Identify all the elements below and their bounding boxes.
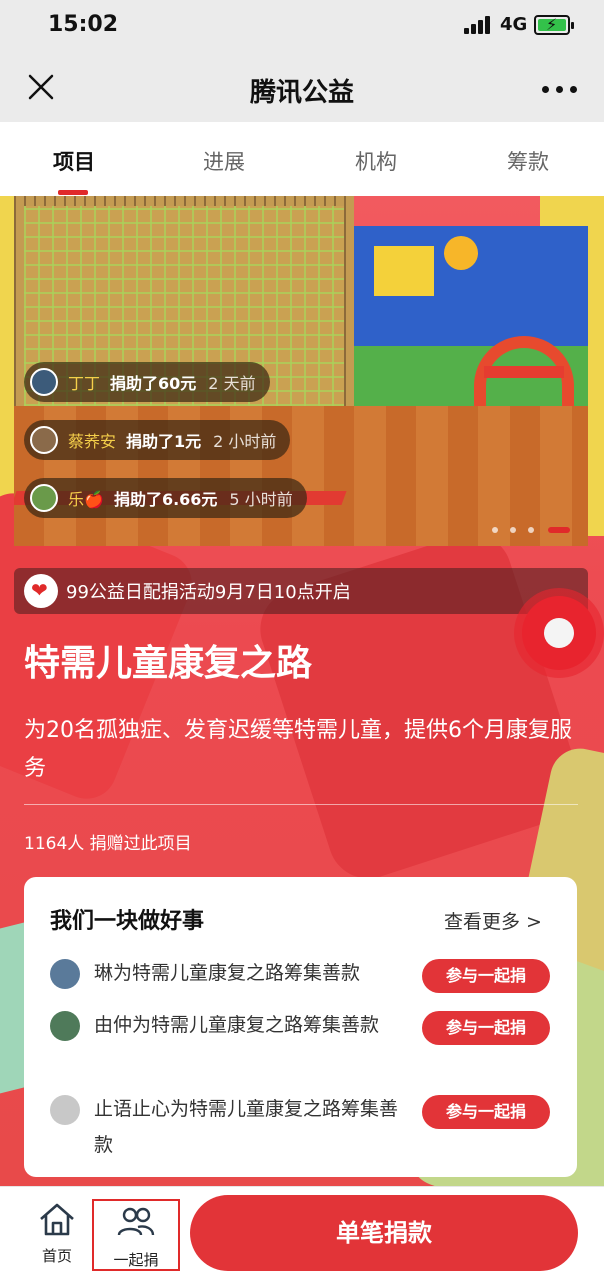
page-title: 腾讯公益: [249, 78, 354, 108]
donor-name: 乐🍎: [68, 490, 104, 509]
status-bar: 15:02 4G ⚡: [0, 0, 604, 52]
donation-time: 5 小时前: [229, 490, 293, 509]
donor-name: 蔡荞安: [68, 432, 117, 451]
event-notice-banner[interactable]: 99公益日配捐活动9月7日10点开启: [14, 568, 588, 614]
project-description: 为20名孤独症、发育迟缓等特需儿童，提供6个月康复服务: [24, 718, 572, 781]
group-donate-button[interactable]: 一起捐: [92, 1199, 180, 1271]
avatar: [30, 368, 58, 396]
fundraise-text: 止语止心为特需儿童康复之路筹集善款: [94, 1098, 399, 1156]
home-button[interactable]: 首页: [32, 1201, 82, 1266]
tab-bar: 项目 进展 机构 筹款: [0, 122, 604, 196]
notice-text: 99公益日配捐活动9月7日10点开启: [66, 582, 351, 603]
group-donate-label: 一起捐: [113, 1251, 159, 1269]
bottom-bar: 首页 一起捐 单笔捐款: [0, 1186, 604, 1279]
flower-decoration-icon: [522, 596, 596, 670]
donor-count: 1164人 捐赠过此项目: [24, 834, 192, 854]
card-title: 我们一块做好事: [50, 909, 205, 934]
donor-name: 丁丁: [68, 374, 101, 393]
join-donation-button[interactable]: 参与一起捐: [422, 959, 550, 993]
avatar: [30, 426, 58, 454]
fundraise-text: 琳为特需儿童康复之路筹集善款: [94, 962, 361, 984]
donation-time: 2 小时前: [213, 432, 277, 451]
home-label: 首页: [41, 1247, 72, 1265]
divider: [24, 804, 578, 805]
charity-logo-icon: [24, 574, 58, 608]
donation-feed-item: 乐🍎 捐助了6.66元 5 小时前: [24, 478, 307, 518]
tab-fundraising[interactable]: 筹款: [468, 146, 588, 176]
battery-icon: ⚡: [534, 15, 574, 35]
avatar: [30, 484, 58, 512]
status-time: 15:02: [48, 12, 119, 37]
view-more-link[interactable]: 查看更多 >: [444, 907, 542, 934]
avatar: [50, 1011, 80, 1041]
tab-progress[interactable]: 进展: [164, 146, 284, 176]
tab-indicator: [58, 190, 88, 195]
avatar: [50, 1095, 80, 1125]
network-label: 4G: [500, 14, 528, 35]
tab-project[interactable]: 项目: [14, 146, 134, 176]
join-donation-button[interactable]: 参与一起捐: [422, 1011, 550, 1045]
signal-icon: [464, 16, 494, 34]
more-options-icon[interactable]: [542, 86, 578, 94]
nav-bar: 腾讯公益: [0, 52, 604, 122]
donation-action: 捐助了6.66元: [113, 490, 218, 509]
single-donation-button[interactable]: 单笔捐款: [190, 1195, 578, 1271]
donation-feed-item: 丁丁 捐助了60元 2 天前: [24, 362, 270, 402]
tab-organization[interactable]: 机构: [316, 146, 436, 176]
fundraise-text: 由仲为特需儿童康复之路筹集善款: [94, 1014, 380, 1036]
join-donation-button[interactable]: 参与一起捐: [422, 1095, 550, 1129]
group-donation-card: 我们一块做好事 查看更多 > 琳为特需儿童康复之路筹集善款 参与一起捐 由仲为特…: [24, 877, 577, 1177]
people-icon: [117, 1207, 155, 1236]
home-icon: [40, 1203, 74, 1236]
donation-time: 2 天前: [208, 374, 256, 393]
donation-action: 捐助了1元: [126, 432, 202, 451]
avatar: [50, 959, 80, 989]
donation-feed-item: 蔡荞安 捐助了1元 2 小时前: [24, 420, 291, 460]
carousel-indicator: [492, 526, 572, 534]
project-title: 特需儿童康复之路: [24, 643, 313, 684]
donation-action: 捐助了60元: [110, 374, 197, 393]
